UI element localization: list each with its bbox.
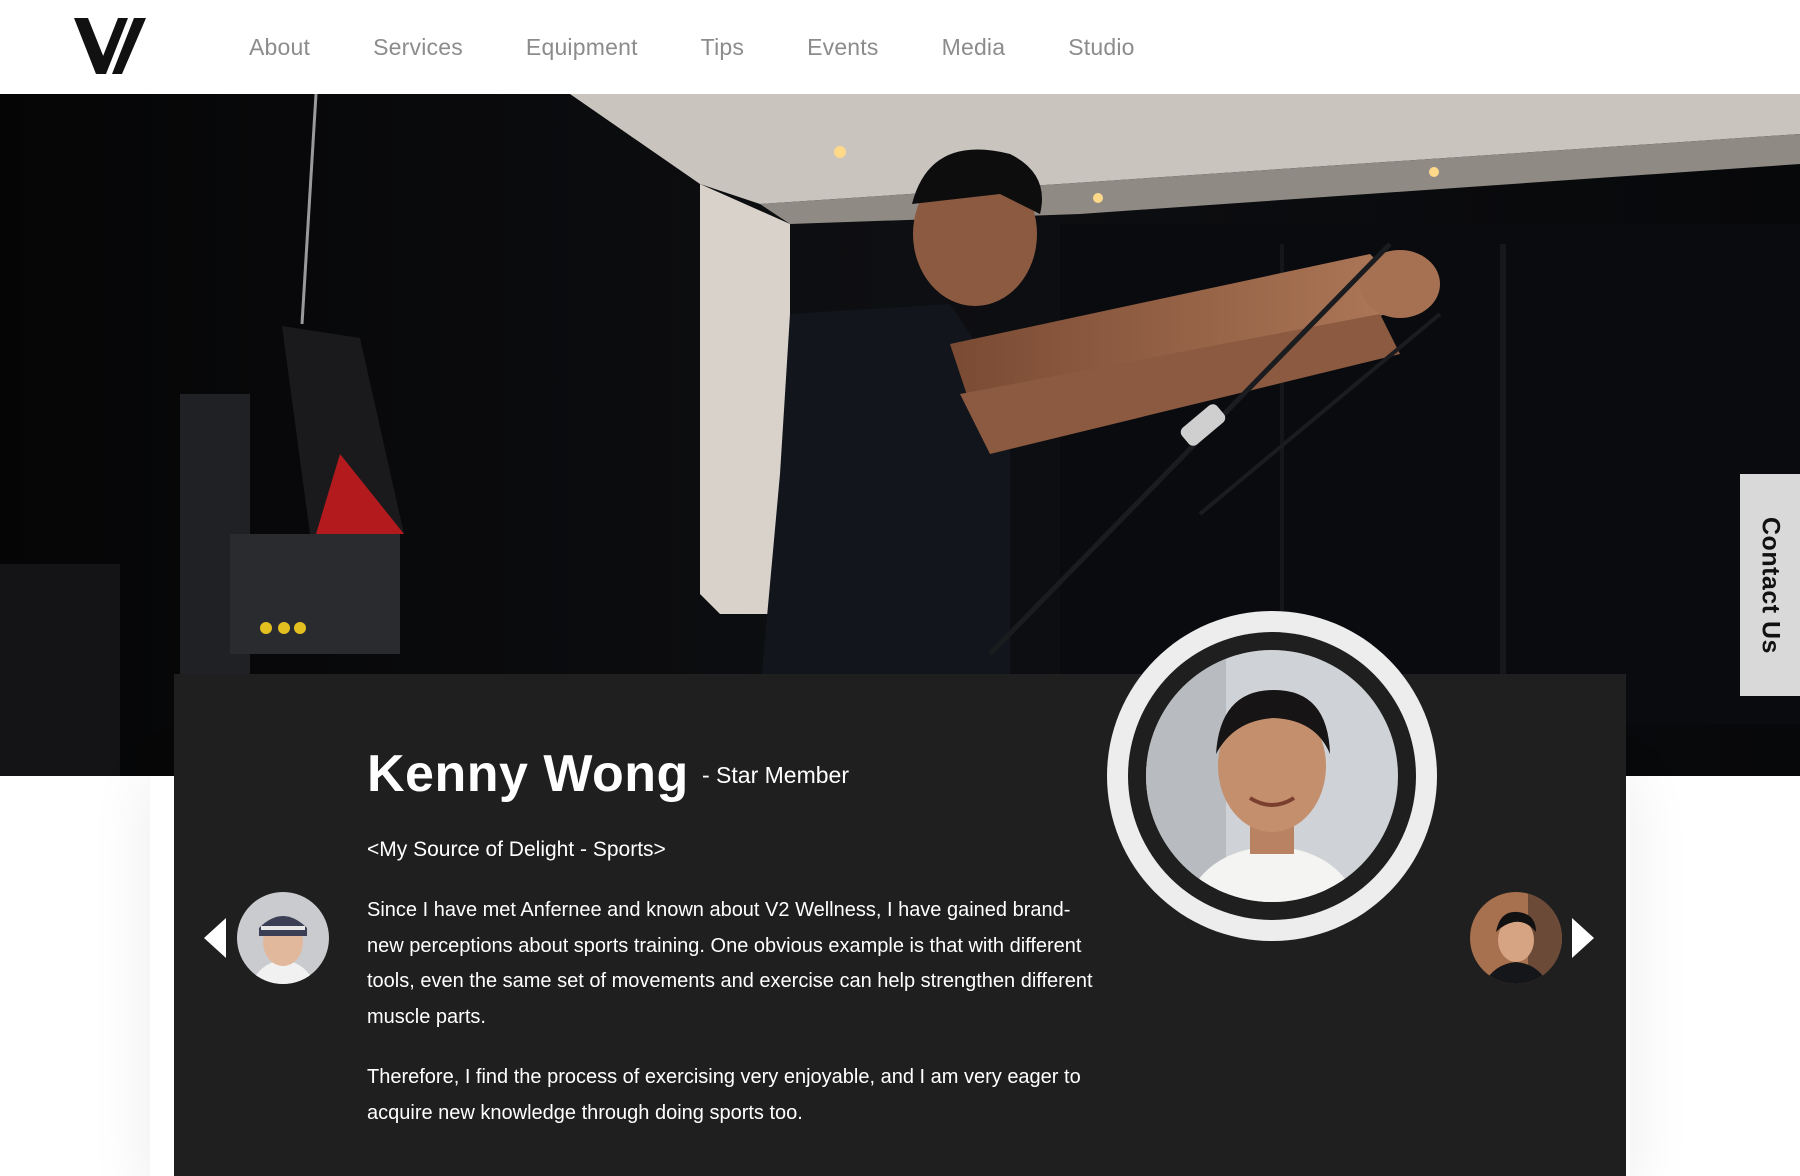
contact-us-label: Contact Us	[1756, 516, 1785, 654]
member-role: - Star Member	[702, 762, 849, 788]
nav-item-about[interactable]: About	[249, 34, 310, 61]
nav-item-events[interactable]: Events	[807, 34, 879, 61]
member-portrait	[1146, 650, 1398, 902]
previous-arrow-icon[interactable]	[204, 918, 226, 958]
testimonial-subtitle: <My Source of Delight - Sports>	[367, 838, 666, 861]
main-nav: About Services Equipment Tips Events Med…	[249, 0, 1198, 94]
nav-item-services[interactable]: Services	[373, 34, 463, 61]
nav-item-studio[interactable]: Studio	[1068, 34, 1134, 61]
nav-item-tips[interactable]: Tips	[701, 34, 744, 61]
site-header: About Services Equipment Tips Events Med…	[0, 0, 1800, 94]
v2-logo-icon[interactable]	[74, 18, 148, 74]
next-member-avatar[interactable]	[1470, 892, 1562, 984]
quote-paragraph: Therefore, I find the process of exercis…	[367, 1066, 1081, 1124]
next-arrow-icon[interactable]	[1572, 918, 1594, 958]
previous-member-avatar[interactable]	[237, 892, 329, 984]
member-name: Kenny Wong	[367, 745, 689, 803]
testimonial-quote: Since I have met Anfernee and known abou…	[367, 893, 1107, 1156]
nav-item-equipment[interactable]: Equipment	[526, 34, 638, 61]
nav-item-media[interactable]: Media	[942, 34, 1006, 61]
contact-us-tab[interactable]: Contact Us	[1740, 474, 1800, 696]
quote-paragraph: Since I have met Anfernee and known abou…	[367, 899, 1093, 1028]
